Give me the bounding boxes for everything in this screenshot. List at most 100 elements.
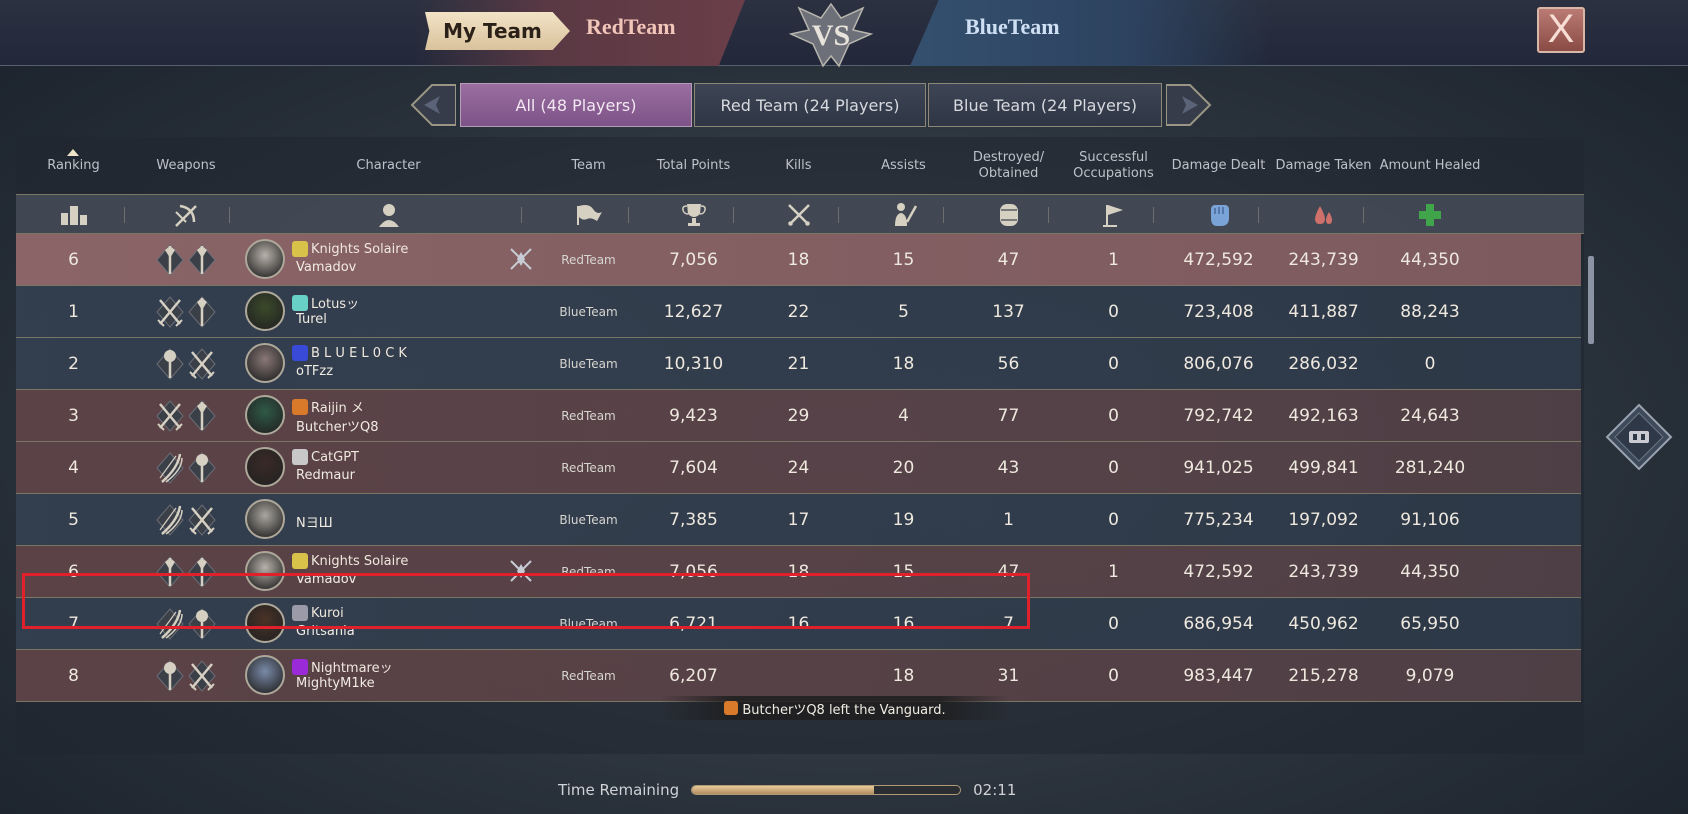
table-scrollbar[interactable]: [1588, 248, 1594, 358]
team-banner: My Team RedTeam VS BlueTeam X: [0, 0, 1688, 68]
column-icon-row: [16, 194, 1584, 234]
cell-dealt: 775,234: [1183, 510, 1254, 530]
table-row[interactable]: 4 RedTeam 7,604 24 20 43 0 941,025 499,841 281,24…: [16, 442, 1581, 494]
col-occupations[interactable]: Successful Occupations: [1061, 137, 1166, 195]
guild-emblem-icon: [292, 294, 308, 311]
scoreboard-table: Ranking Weapons Character Team Total Poi…: [16, 137, 1584, 754]
cell-taken: 243,739: [1288, 562, 1359, 582]
cell-weapons: [131, 390, 241, 442]
col-total-points[interactable]: Total Points: [641, 137, 746, 195]
blue-team-name: BlueTeam: [965, 14, 1060, 39]
col-weapons[interactable]: Weapons: [131, 137, 241, 195]
notification-toast: ButcherツQ8 left the Vanguard.: [660, 696, 1010, 720]
cell-occupations: 0: [1108, 614, 1119, 634]
staff-weapon-icon: [188, 244, 216, 276]
cell-assists: 19: [892, 510, 915, 530]
character-name: oTFzz: [296, 364, 334, 379]
col-destroyed[interactable]: Destroyed/ Obtained: [956, 137, 1061, 195]
mace-weapon-icon: [156, 348, 184, 380]
cell-occupations: 0: [1108, 302, 1119, 322]
tab-red-team[interactable]: Red Team (24 Players): [694, 83, 926, 127]
col-damage-taken[interactable]: Damage Taken: [1271, 137, 1376, 195]
kills-swords-icon: [746, 195, 851, 235]
avatar: [245, 395, 285, 435]
cell-dealt: 686,954: [1183, 614, 1254, 634]
avatar: [245, 343, 285, 383]
side-menu-button[interactable]: [1605, 403, 1673, 471]
cell-rank: 1: [68, 302, 79, 322]
cell-weapons: [131, 494, 241, 546]
cell-points: 12,627: [663, 302, 724, 322]
tab-all-players[interactable]: All (48 Players): [460, 83, 692, 127]
damage-taken-blood-icon: [1271, 195, 1376, 235]
cell-assists: 5: [898, 302, 909, 322]
cell-taken: 499,841: [1288, 458, 1359, 478]
cell-occupations: 0: [1108, 406, 1119, 426]
mace-weapon-icon: [156, 660, 184, 692]
cell-taken: 197,092: [1288, 510, 1359, 530]
guild-emblem-icon: [292, 553, 308, 569]
cell-destroyed: 1: [1003, 510, 1014, 530]
damage-dealt-fist-icon: [1166, 195, 1271, 235]
sort-asc-icon: [67, 149, 79, 156]
character-name: ButcherツQ8: [296, 420, 379, 435]
tab-left-cap-icon: [410, 84, 456, 126]
cell-healed: 44,350: [1400, 250, 1460, 270]
table-row[interactable]: 8 RedTeam 6,207 18 31 0 983,447 215,278 9,079 Nig…: [16, 650, 1581, 702]
cell-occupations: 1: [1108, 562, 1119, 582]
cell-weapons: [131, 286, 241, 338]
col-assists[interactable]: Assists: [851, 137, 956, 195]
cell-dealt: 806,076: [1183, 354, 1254, 374]
col-team[interactable]: Team: [536, 137, 641, 195]
guild-name: Nightmareッ: [292, 657, 393, 676]
cell-kills: 17: [787, 510, 810, 530]
guild-emblem-icon: [292, 449, 308, 465]
col-kills[interactable]: Kills: [746, 137, 851, 195]
cell-occupations: 0: [1108, 458, 1119, 478]
assists-icon: [851, 195, 956, 235]
swords-weapon-icon: [188, 660, 216, 692]
cell-destroyed: 47: [997, 250, 1020, 270]
scrollbar-thumb[interactable]: [1588, 256, 1594, 344]
close-button[interactable]: X: [1537, 7, 1585, 53]
character-name: Turel: [296, 312, 327, 327]
bow-weapon-icon: [156, 504, 184, 536]
table-row[interactable]: 3 RedTeam 9,423 29 4 77 0 792,742 492,163 24,643 R…: [16, 390, 1581, 442]
table-row[interactable]: 1 BlueTeam 12,627 22 5 137 0 723,408 411,887 88,2…: [16, 286, 1581, 338]
cell-occupations: 0: [1108, 666, 1119, 686]
table-row[interactable]: 5 BlueTeam 7,385 17 19 1 0 775,234 197,092 91,106…: [16, 494, 1581, 546]
filter-tabs: All (48 Players) Red Team (24 Players) B…: [410, 80, 1215, 130]
guild-label: CatGPT: [311, 449, 359, 465]
cell-points: 7,056: [669, 250, 718, 270]
blue-team-zone: [910, 0, 1270, 66]
cell-team: BlueTeam: [559, 305, 618, 319]
time-progress-fill: [692, 786, 875, 794]
my-team-label: My Team: [425, 12, 570, 50]
tab-right-cap-icon: [1166, 84, 1212, 126]
table-row[interactable]: 2 BlueTeam 10,310 21 18 56 0 806,076 286,032 0 B L…: [16, 338, 1581, 390]
guild-label: B L U E L 0 C K: [311, 345, 407, 361]
guild-label: Lotusッ: [311, 297, 360, 312]
vs-text: VS: [812, 19, 850, 52]
cell-assists: 18: [892, 666, 915, 686]
vs-emblem: VS: [783, 0, 879, 72]
guild-name: Raijin メ: [292, 397, 364, 416]
col-amount-healed[interactable]: Amount Healed: [1376, 137, 1484, 195]
my-player-row[interactable]: 6 RedTeam 7,056 18 15 47 1 472,592 243,739 44,350…: [16, 234, 1581, 286]
tab-blue-team[interactable]: Blue Team (24 Players): [928, 83, 1162, 127]
col-ranking[interactable]: Ranking: [16, 137, 131, 195]
commander-crest-icon: [510, 248, 532, 270]
cell-healed: 65,950: [1400, 614, 1460, 634]
cell-healed: 281,240: [1394, 458, 1466, 478]
col-damage-dealt[interactable]: Damage Dealt: [1166, 137, 1271, 195]
avatar: [245, 291, 285, 331]
cell-healed: 91,106: [1400, 510, 1460, 530]
cell-taken: 411,887: [1288, 302, 1359, 322]
col-ranking-label: Ranking: [47, 158, 100, 173]
cell-rank: 8: [68, 666, 79, 686]
cell-points: 6,207: [669, 666, 718, 686]
col-character[interactable]: Character: [241, 137, 536, 195]
character-name: NヨШ: [296, 516, 333, 531]
guild-name: Lotusッ: [292, 293, 359, 312]
staff-weapon-icon: [188, 400, 216, 432]
